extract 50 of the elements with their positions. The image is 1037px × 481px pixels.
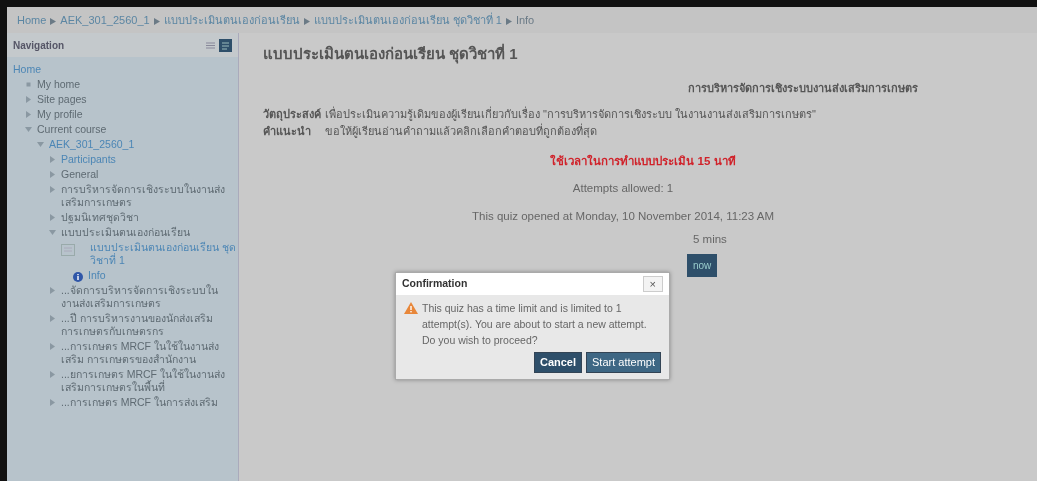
breadcrumb-link[interactable]: Home xyxy=(17,11,47,29)
nav-item[interactable]: My profile xyxy=(37,108,83,121)
block-menu-icon xyxy=(219,38,232,52)
dialog-title: Confirmation xyxy=(402,276,468,292)
nav-item[interactable]: ...การเกษตร MRCF ในการส่งเสริม xyxy=(61,396,218,409)
nav-item[interactable]: AEK_301_2560_1 xyxy=(49,138,135,151)
nav-item[interactable]: แบบประเมินตนเองก่อนเรียน xyxy=(61,226,190,239)
nav-item[interactable]: แบบประเมินตนเองก่อนเรียน ชุดวิชาที่ 1 xyxy=(90,241,238,267)
nav-item[interactable]: ปฐมนิเทศชุดวิชา xyxy=(61,211,139,224)
cancel-button[interactable]: Cancel xyxy=(533,352,582,373)
breadcrumb-link[interactable]: AEK_301_2560_1 xyxy=(60,11,150,29)
dock-icon xyxy=(206,40,215,50)
nav-item[interactable]: ...การเกษตร MRCF ในใช้ในงานส่งเสริม การเกษตรของสำนักงาน xyxy=(61,340,238,366)
nav-item[interactable]: General xyxy=(61,168,99,181)
nav-item[interactable]: Participants xyxy=(61,153,116,166)
field-value: ขอให้ผู้เรียนอ่านคำถามแล้วคลิกเลือกคำตอบที่ถูกต้องที่สุด xyxy=(325,122,598,139)
field-label: คำแนะนำ xyxy=(263,123,312,139)
start-attempt-button[interactable]: Start attempt xyxy=(586,352,661,373)
breadcrumb-link[interactable]: แบบประเมินตนเองก่อนเรียน xyxy=(163,11,300,29)
breadcrumb-link[interactable]: แบบประเมินตนเองก่อนเรียน ชุดวิชาที่ 1 xyxy=(313,11,502,29)
breadcrumb-separator-icon xyxy=(50,18,57,25)
breadcrumb-link[interactable]: Info xyxy=(515,11,535,29)
field-value: เพื่อประเมินความรู้เดิมของผู้เรียนเกี่ยวกับเรื่อง "การบริหารจัดการเชิงระบบ ในงานงานส่งเสริมการเกษตร" xyxy=(325,106,817,123)
subject-text: การบริหารจัดการเชิงระบบงานส่งเสริมการเกษตร xyxy=(687,80,919,96)
nav-item[interactable]: ...จัดการบริหารจัดการเชิงระบบใน งานส่งเสริมการเกษตร xyxy=(61,284,238,310)
nav-item[interactable]: ...ปี การบริหารงานของนักส่งเสริม การเกษตรกับเกษตรกร xyxy=(61,312,238,338)
nav-item[interactable]: ...ยการเกษตร MRCF ในใช้ในงานส่ง เสริมการเกษตรในพื้นที่ xyxy=(61,368,238,394)
info-icon xyxy=(73,272,83,282)
field-label: วัตถุประสงค์ xyxy=(263,107,321,123)
close-button[interactable]: × xyxy=(642,276,663,292)
breadcrumb-separator-icon xyxy=(505,18,512,25)
warning-icon xyxy=(404,302,418,314)
nav-item[interactable]: Home xyxy=(13,63,41,76)
page-title: แบบประเมินตนเองก่อนเรียน ชุดวิชาที่ 1 xyxy=(263,43,519,66)
panel-title: Navigation xyxy=(13,38,65,53)
attempt-quiz-button[interactable]: now xyxy=(687,254,718,277)
opened-text: This quiz opened at Monday, 10 November 2014, 11:23 AM xyxy=(472,208,774,224)
attempts-text: Attempts allowed: 1 xyxy=(572,181,674,197)
bullet-icon xyxy=(25,81,32,88)
nav-item[interactable]: Info xyxy=(88,269,106,282)
breadcrumb-separator-icon xyxy=(153,18,160,25)
breadcrumb-separator-icon xyxy=(303,18,310,25)
time-limit-text: 5 mins xyxy=(693,231,728,247)
nav-item[interactable]: Current course xyxy=(37,123,107,136)
time-note: ใช้เวลาในการทำแบบประเมิน 15 นาที xyxy=(549,153,737,169)
quiz-icon xyxy=(61,244,75,256)
nav-item[interactable]: การบริหารจัดการเชิงระบบในงานส่งเสริมการเกษตร xyxy=(61,183,238,209)
nav-item[interactable]: Site pages xyxy=(37,93,87,106)
nav-item[interactable]: My home xyxy=(37,78,81,91)
dialog-message: This quiz has a time limit and is limited to 1 attempt(s). You are about to start a new attempt. Do you wish to proceed? xyxy=(422,301,648,348)
